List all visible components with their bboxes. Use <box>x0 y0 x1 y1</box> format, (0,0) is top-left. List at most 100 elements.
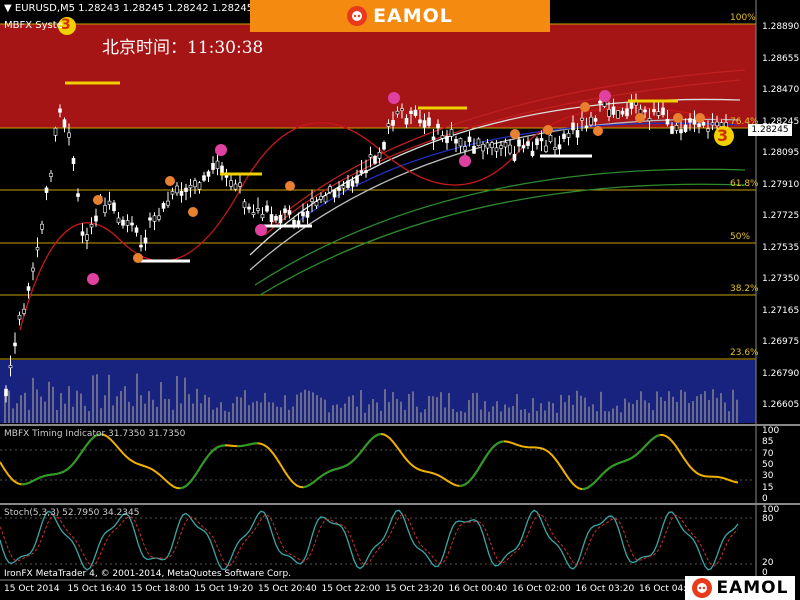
brand-banner: EAMOL <box>250 0 550 32</box>
volume-bar <box>624 398 626 423</box>
volume-bar <box>420 412 422 423</box>
volume-bar <box>428 396 430 423</box>
time-axis-label: 15 Oct 20:40 <box>258 584 317 594</box>
candle-body <box>557 144 562 150</box>
candle-body <box>575 130 580 138</box>
candle-body <box>292 219 296 225</box>
volume-bar <box>720 393 722 423</box>
candle-body <box>350 180 355 187</box>
volume-bar <box>452 408 454 423</box>
candle-body <box>391 120 395 126</box>
candle-body <box>125 220 130 226</box>
volume-bar <box>576 390 578 423</box>
volume-bar <box>568 395 570 423</box>
volume-bar <box>316 395 318 423</box>
volume-bar <box>512 405 514 423</box>
volume-bar <box>72 406 74 423</box>
volume-bar <box>608 411 610 423</box>
volume-bar <box>444 407 446 423</box>
stoch-axis-label: 20 <box>762 558 774 568</box>
volume-bar <box>496 401 498 423</box>
volume-bar <box>232 403 234 423</box>
candle-body <box>71 157 76 165</box>
volume-bar <box>476 392 478 423</box>
volume-bar <box>616 405 618 423</box>
volume-bar <box>692 401 694 423</box>
volume-bar <box>500 411 502 423</box>
candle-body <box>296 220 301 226</box>
volume-bar <box>200 403 202 423</box>
volume-bar <box>436 397 438 423</box>
candle-body <box>373 155 377 164</box>
price-axis-label: 1.27910 <box>762 179 800 190</box>
volume-bar <box>164 398 166 423</box>
volume-bar <box>404 409 406 423</box>
volume-bar <box>244 390 246 423</box>
volume-bar <box>396 398 398 423</box>
candle-body <box>476 138 481 147</box>
candle-body <box>571 122 575 131</box>
volume-bar <box>104 395 106 423</box>
volume-bar <box>32 377 34 423</box>
volume-bar <box>460 411 462 423</box>
volume-bar <box>644 400 646 423</box>
volume-bar <box>16 403 18 423</box>
timing-panel-title: MBFX Timing Indicator 31.7350 31.7350 <box>4 429 186 439</box>
candle-body <box>4 388 8 397</box>
volume-bar <box>216 407 218 423</box>
volume-bar <box>364 412 366 423</box>
candle-body <box>683 124 688 132</box>
volume-bar <box>508 407 510 423</box>
volume-bar <box>252 402 254 423</box>
volume-bar <box>628 402 630 423</box>
volume-bar <box>380 410 382 423</box>
candle-body <box>670 126 674 134</box>
indicator-name: MBFX Syste <box>4 20 63 31</box>
candle-body <box>665 118 670 125</box>
volume-bar <box>552 403 554 423</box>
price-axis-label: 1.28470 <box>762 85 800 95</box>
volume-bar <box>308 390 310 423</box>
candle-body <box>422 120 427 128</box>
candle-body <box>130 222 134 226</box>
candle-body <box>377 152 382 159</box>
volume-bar <box>672 396 674 423</box>
candle-body <box>44 187 49 193</box>
candle-body <box>544 145 548 152</box>
candle-body <box>346 180 350 188</box>
candle-body <box>323 195 328 203</box>
volume-bar <box>712 389 714 423</box>
volume-bar <box>128 401 130 423</box>
volume-bar <box>256 401 258 423</box>
price-axis-label: 1.27350 <box>762 274 800 284</box>
candle-body <box>67 132 71 138</box>
candle-body <box>647 118 652 122</box>
time-axis-label: 15 Oct 18:00 <box>131 584 190 594</box>
candle-body <box>553 147 557 151</box>
candle-body <box>8 365 13 369</box>
candle-body <box>337 187 341 191</box>
volume-bar <box>728 411 730 423</box>
volume-bar <box>632 403 634 423</box>
candle-body <box>31 267 35 272</box>
volume-bar <box>12 408 14 423</box>
volume-bar <box>36 389 38 423</box>
price-axis-label: 1.28890 <box>762 22 800 32</box>
beijing-time: 北京时间：11:30:38 <box>102 38 264 58</box>
volume-bar <box>40 396 42 423</box>
candle-body <box>427 117 431 126</box>
volume-bar <box>188 394 190 423</box>
timing-axis-label: 15 <box>762 482 774 493</box>
volume-bar <box>352 395 354 423</box>
candle-body <box>440 135 445 139</box>
volume-bar <box>488 411 490 423</box>
candle-body <box>332 189 337 198</box>
candle-body <box>143 237 148 244</box>
candle-body <box>449 129 454 137</box>
volume-bar <box>228 411 230 423</box>
volume-bar <box>48 381 50 423</box>
candle-body <box>175 185 179 194</box>
volume-bar <box>588 406 590 423</box>
candle-body <box>229 180 233 187</box>
volume-bar <box>144 403 146 423</box>
